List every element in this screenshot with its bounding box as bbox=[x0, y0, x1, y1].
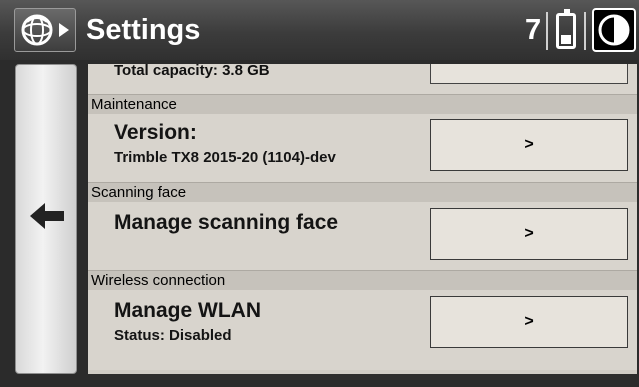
version-button[interactable]: > bbox=[430, 119, 628, 171]
divider bbox=[546, 12, 548, 50]
section-header-wireless-connection: Wireless connection bbox=[88, 270, 637, 290]
section-header-scanning-face: Scanning face bbox=[88, 182, 637, 202]
manage-wlan-button[interactable]: > bbox=[430, 296, 628, 348]
trimble-logo-icon bbox=[21, 14, 69, 46]
page-title: Settings bbox=[86, 14, 201, 46]
version-value: Trimble TX8 2015-20 (1104)-dev bbox=[114, 149, 336, 166]
storage-button[interactable] bbox=[430, 64, 628, 84]
contrast-button[interactable] bbox=[592, 8, 636, 52]
manage-wlan-title: Manage WLAN bbox=[114, 299, 261, 322]
contrast-icon bbox=[598, 14, 630, 46]
version-title: Version: bbox=[114, 121, 197, 144]
menu-button[interactable] bbox=[14, 8, 76, 52]
manage-scanning-face-title: Manage scanning face bbox=[114, 211, 339, 234]
section-header-maintenance: Maintenance bbox=[88, 94, 637, 114]
divider bbox=[584, 12, 586, 50]
battery-icon bbox=[556, 9, 576, 49]
title-bar: Settings 7 bbox=[0, 0, 639, 60]
settings-list[interactable]: Total capacity: 3.8 GB Maintenance Versi… bbox=[88, 64, 637, 374]
back-button[interactable] bbox=[15, 64, 77, 374]
manage-scanning-face-button[interactable]: > bbox=[430, 208, 628, 260]
wlan-status: Status: Disabled bbox=[114, 327, 232, 344]
arrow-left-icon bbox=[30, 203, 64, 229]
job-count: 7 bbox=[525, 14, 542, 46]
list-bottom-edge bbox=[88, 370, 637, 374]
total-capacity-label: Total capacity: 3.8 GB bbox=[114, 64, 270, 79]
